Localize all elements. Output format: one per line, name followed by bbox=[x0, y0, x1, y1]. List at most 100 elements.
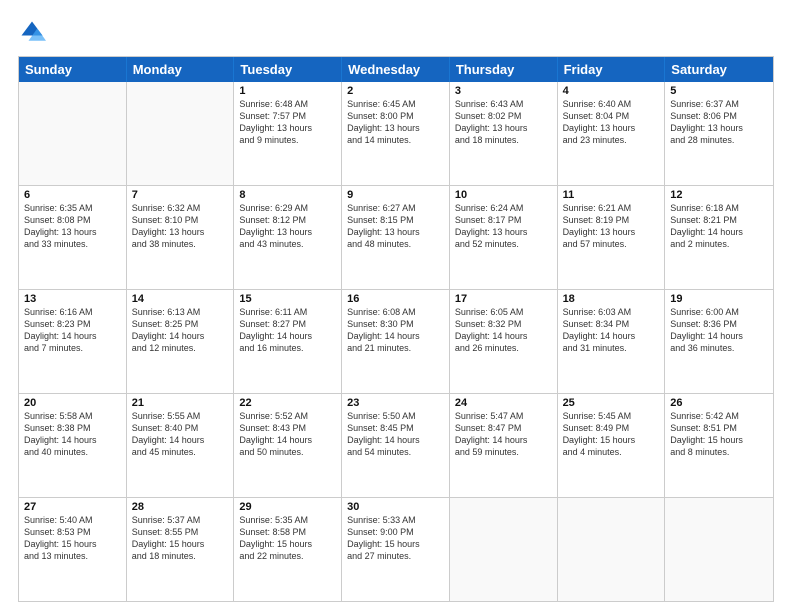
day-info: Sunrise: 6:21 AM Sunset: 8:19 PM Dayligh… bbox=[563, 202, 660, 251]
day-number: 20 bbox=[24, 397, 121, 409]
day-number: 28 bbox=[132, 501, 229, 513]
calendar-cell: 24Sunrise: 5:47 AM Sunset: 8:47 PM Dayli… bbox=[450, 394, 558, 497]
calendar-cell: 9Sunrise: 6:27 AM Sunset: 8:15 PM Daylig… bbox=[342, 186, 450, 289]
calendar-header-cell: Wednesday bbox=[342, 57, 450, 82]
calendar-cell: 1Sunrise: 6:48 AM Sunset: 7:57 PM Daylig… bbox=[234, 82, 342, 185]
calendar-cell: 19Sunrise: 6:00 AM Sunset: 8:36 PM Dayli… bbox=[665, 290, 773, 393]
day-info: Sunrise: 6:27 AM Sunset: 8:15 PM Dayligh… bbox=[347, 202, 444, 251]
day-info: Sunrise: 5:47 AM Sunset: 8:47 PM Dayligh… bbox=[455, 410, 552, 459]
day-info: Sunrise: 6:08 AM Sunset: 8:30 PM Dayligh… bbox=[347, 306, 444, 355]
day-info: Sunrise: 6:05 AM Sunset: 8:32 PM Dayligh… bbox=[455, 306, 552, 355]
day-info: Sunrise: 5:37 AM Sunset: 8:55 PM Dayligh… bbox=[132, 514, 229, 563]
day-info: Sunrise: 6:11 AM Sunset: 8:27 PM Dayligh… bbox=[239, 306, 336, 355]
day-info: Sunrise: 5:45 AM Sunset: 8:49 PM Dayligh… bbox=[563, 410, 660, 459]
day-number: 1 bbox=[239, 85, 336, 97]
day-number: 2 bbox=[347, 85, 444, 97]
day-info: Sunrise: 6:24 AM Sunset: 8:17 PM Dayligh… bbox=[455, 202, 552, 251]
calendar-cell: 4Sunrise: 6:40 AM Sunset: 8:04 PM Daylig… bbox=[558, 82, 666, 185]
header bbox=[18, 18, 774, 46]
calendar-cell: 15Sunrise: 6:11 AM Sunset: 8:27 PM Dayli… bbox=[234, 290, 342, 393]
calendar-cell: 11Sunrise: 6:21 AM Sunset: 8:19 PM Dayli… bbox=[558, 186, 666, 289]
calendar-cell bbox=[450, 498, 558, 601]
day-info: Sunrise: 6:13 AM Sunset: 8:25 PM Dayligh… bbox=[132, 306, 229, 355]
calendar-cell: 18Sunrise: 6:03 AM Sunset: 8:34 PM Dayli… bbox=[558, 290, 666, 393]
day-number: 10 bbox=[455, 189, 552, 201]
calendar-row: 20Sunrise: 5:58 AM Sunset: 8:38 PM Dayli… bbox=[19, 394, 773, 498]
day-info: Sunrise: 6:37 AM Sunset: 8:06 PM Dayligh… bbox=[670, 98, 768, 147]
day-info: Sunrise: 6:32 AM Sunset: 8:10 PM Dayligh… bbox=[132, 202, 229, 251]
day-number: 19 bbox=[670, 293, 768, 305]
day-number: 9 bbox=[347, 189, 444, 201]
day-info: Sunrise: 6:00 AM Sunset: 8:36 PM Dayligh… bbox=[670, 306, 768, 355]
calendar-header-cell: Thursday bbox=[450, 57, 558, 82]
day-info: Sunrise: 5:50 AM Sunset: 8:45 PM Dayligh… bbox=[347, 410, 444, 459]
calendar-cell: 16Sunrise: 6:08 AM Sunset: 8:30 PM Dayli… bbox=[342, 290, 450, 393]
day-number: 24 bbox=[455, 397, 552, 409]
day-number: 17 bbox=[455, 293, 552, 305]
day-info: Sunrise: 6:48 AM Sunset: 7:57 PM Dayligh… bbox=[239, 98, 336, 147]
day-info: Sunrise: 6:03 AM Sunset: 8:34 PM Dayligh… bbox=[563, 306, 660, 355]
calendar-cell: 30Sunrise: 5:33 AM Sunset: 9:00 PM Dayli… bbox=[342, 498, 450, 601]
day-info: Sunrise: 5:40 AM Sunset: 8:53 PM Dayligh… bbox=[24, 514, 121, 563]
day-info: Sunrise: 6:16 AM Sunset: 8:23 PM Dayligh… bbox=[24, 306, 121, 355]
day-number: 30 bbox=[347, 501, 444, 513]
calendar-cell: 10Sunrise: 6:24 AM Sunset: 8:17 PM Dayli… bbox=[450, 186, 558, 289]
calendar-header: SundayMondayTuesdayWednesdayThursdayFrid… bbox=[19, 57, 773, 82]
day-number: 21 bbox=[132, 397, 229, 409]
calendar-row: 1Sunrise: 6:48 AM Sunset: 7:57 PM Daylig… bbox=[19, 82, 773, 186]
calendar-cell: 12Sunrise: 6:18 AM Sunset: 8:21 PM Dayli… bbox=[665, 186, 773, 289]
calendar-cell: 6Sunrise: 6:35 AM Sunset: 8:08 PM Daylig… bbox=[19, 186, 127, 289]
logo bbox=[18, 18, 50, 46]
calendar-cell: 22Sunrise: 5:52 AM Sunset: 8:43 PM Dayli… bbox=[234, 394, 342, 497]
page: SundayMondayTuesdayWednesdayThursdayFrid… bbox=[0, 0, 792, 612]
calendar-cell: 28Sunrise: 5:37 AM Sunset: 8:55 PM Dayli… bbox=[127, 498, 235, 601]
day-info: Sunrise: 6:45 AM Sunset: 8:00 PM Dayligh… bbox=[347, 98, 444, 147]
day-info: Sunrise: 5:58 AM Sunset: 8:38 PM Dayligh… bbox=[24, 410, 121, 459]
day-info: Sunrise: 5:52 AM Sunset: 8:43 PM Dayligh… bbox=[239, 410, 336, 459]
day-number: 29 bbox=[239, 501, 336, 513]
day-number: 16 bbox=[347, 293, 444, 305]
calendar-cell: 23Sunrise: 5:50 AM Sunset: 8:45 PM Dayli… bbox=[342, 394, 450, 497]
day-number: 23 bbox=[347, 397, 444, 409]
calendar-cell: 8Sunrise: 6:29 AM Sunset: 8:12 PM Daylig… bbox=[234, 186, 342, 289]
calendar-cell: 13Sunrise: 6:16 AM Sunset: 8:23 PM Dayli… bbox=[19, 290, 127, 393]
day-number: 11 bbox=[563, 189, 660, 201]
calendar-cell: 5Sunrise: 6:37 AM Sunset: 8:06 PM Daylig… bbox=[665, 82, 773, 185]
calendar-cell: 17Sunrise: 6:05 AM Sunset: 8:32 PM Dayli… bbox=[450, 290, 558, 393]
calendar-cell: 7Sunrise: 6:32 AM Sunset: 8:10 PM Daylig… bbox=[127, 186, 235, 289]
calendar-row: 13Sunrise: 6:16 AM Sunset: 8:23 PM Dayli… bbox=[19, 290, 773, 394]
day-info: Sunrise: 6:29 AM Sunset: 8:12 PM Dayligh… bbox=[239, 202, 336, 251]
day-number: 18 bbox=[563, 293, 660, 305]
day-info: Sunrise: 5:35 AM Sunset: 8:58 PM Dayligh… bbox=[239, 514, 336, 563]
day-number: 12 bbox=[670, 189, 768, 201]
day-number: 5 bbox=[670, 85, 768, 97]
calendar-body: 1Sunrise: 6:48 AM Sunset: 7:57 PM Daylig… bbox=[19, 82, 773, 601]
calendar-cell: 3Sunrise: 6:43 AM Sunset: 8:02 PM Daylig… bbox=[450, 82, 558, 185]
day-number: 7 bbox=[132, 189, 229, 201]
calendar-cell: 21Sunrise: 5:55 AM Sunset: 8:40 PM Dayli… bbox=[127, 394, 235, 497]
day-info: Sunrise: 6:18 AM Sunset: 8:21 PM Dayligh… bbox=[670, 202, 768, 251]
day-number: 27 bbox=[24, 501, 121, 513]
calendar-header-cell: Friday bbox=[558, 57, 666, 82]
day-info: Sunrise: 5:42 AM Sunset: 8:51 PM Dayligh… bbox=[670, 410, 768, 459]
calendar-cell: 20Sunrise: 5:58 AM Sunset: 8:38 PM Dayli… bbox=[19, 394, 127, 497]
calendar-cell bbox=[127, 82, 235, 185]
calendar-cell bbox=[19, 82, 127, 185]
calendar-cell: 25Sunrise: 5:45 AM Sunset: 8:49 PM Dayli… bbox=[558, 394, 666, 497]
day-info: Sunrise: 5:55 AM Sunset: 8:40 PM Dayligh… bbox=[132, 410, 229, 459]
day-number: 22 bbox=[239, 397, 336, 409]
calendar-header-cell: Sunday bbox=[19, 57, 127, 82]
logo-icon bbox=[18, 18, 46, 46]
calendar-header-cell: Tuesday bbox=[234, 57, 342, 82]
day-number: 4 bbox=[563, 85, 660, 97]
day-number: 6 bbox=[24, 189, 121, 201]
calendar-cell bbox=[665, 498, 773, 601]
calendar-cell: 14Sunrise: 6:13 AM Sunset: 8:25 PM Dayli… bbox=[127, 290, 235, 393]
calendar-cell: 26Sunrise: 5:42 AM Sunset: 8:51 PM Dayli… bbox=[665, 394, 773, 497]
calendar-cell: 29Sunrise: 5:35 AM Sunset: 8:58 PM Dayli… bbox=[234, 498, 342, 601]
day-number: 8 bbox=[239, 189, 336, 201]
day-number: 13 bbox=[24, 293, 121, 305]
calendar-header-cell: Saturday bbox=[665, 57, 773, 82]
day-number: 26 bbox=[670, 397, 768, 409]
calendar-row: 6Sunrise: 6:35 AM Sunset: 8:08 PM Daylig… bbox=[19, 186, 773, 290]
